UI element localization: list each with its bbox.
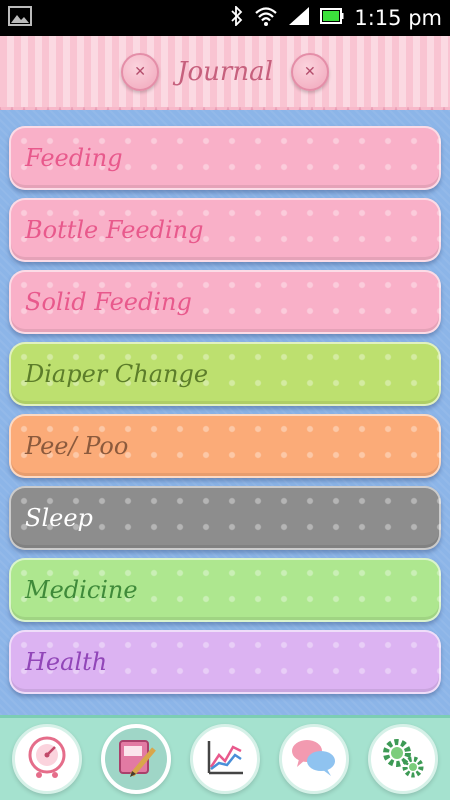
nav-settings-button[interactable] xyxy=(368,724,439,794)
chat-bubbles-icon xyxy=(289,733,339,785)
close-icon: ✕ xyxy=(304,63,316,80)
app-header: ✕ Journal ✕ xyxy=(0,36,450,116)
nav-journal-active-bg xyxy=(104,728,167,790)
journal-item-label: Sleep xyxy=(25,504,93,532)
journal-item-solid-feeding[interactable]: Solid Feeding xyxy=(9,270,441,334)
gears-icon xyxy=(379,733,427,785)
status-time: 1:15 pm xyxy=(354,6,442,30)
status-bar: 1:15 pm xyxy=(0,0,450,36)
battery-icon xyxy=(320,7,344,29)
bluetooth-icon xyxy=(230,4,244,30)
page-title: Journal xyxy=(177,56,273,87)
journal-item-label: Health xyxy=(25,648,108,676)
journal-item-label: Solid Feeding xyxy=(25,288,192,316)
nav-dashboard-button[interactable] xyxy=(11,724,82,794)
journal-list: Feeding Bottle Feeding Solid Feeding Dia… xyxy=(0,110,450,715)
image-icon xyxy=(8,6,32,30)
journal-item-label: Feeding xyxy=(25,144,123,172)
gauge-icon xyxy=(23,733,71,785)
journal-item-medicine[interactable]: Medicine xyxy=(9,558,441,622)
nav-charts-button[interactable] xyxy=(189,724,260,794)
journal-item-health[interactable]: Health xyxy=(9,630,441,694)
nav-journal-button[interactable] xyxy=(100,724,171,794)
journal-item-label: Pee/ Poo xyxy=(25,432,129,460)
journal-item-label: Diaper Change xyxy=(25,360,209,388)
journal-pencil-icon xyxy=(112,733,160,785)
journal-item-label: Bottle Feeding xyxy=(25,216,204,244)
right-header-button[interactable]: ✕ xyxy=(290,52,329,91)
journal-item-label: Medicine xyxy=(25,576,138,604)
close-icon: ✕ xyxy=(134,63,146,80)
journal-item-feeding[interactable]: Feeding xyxy=(9,126,441,190)
bottom-nav xyxy=(0,715,450,800)
journal-item-sleep[interactable]: Sleep xyxy=(9,486,441,550)
signal-icon xyxy=(288,6,310,30)
journal-item-diaper-change[interactable]: Diaper Change xyxy=(9,342,441,406)
journal-item-pee-poo[interactable]: Pee/ Poo xyxy=(9,414,441,478)
journal-item-bottle-feeding[interactable]: Bottle Feeding xyxy=(9,198,441,262)
left-header-button[interactable]: ✕ xyxy=(121,52,160,91)
chart-icon xyxy=(201,733,249,785)
nav-chat-button[interactable] xyxy=(279,724,350,794)
wifi-icon xyxy=(254,6,278,30)
